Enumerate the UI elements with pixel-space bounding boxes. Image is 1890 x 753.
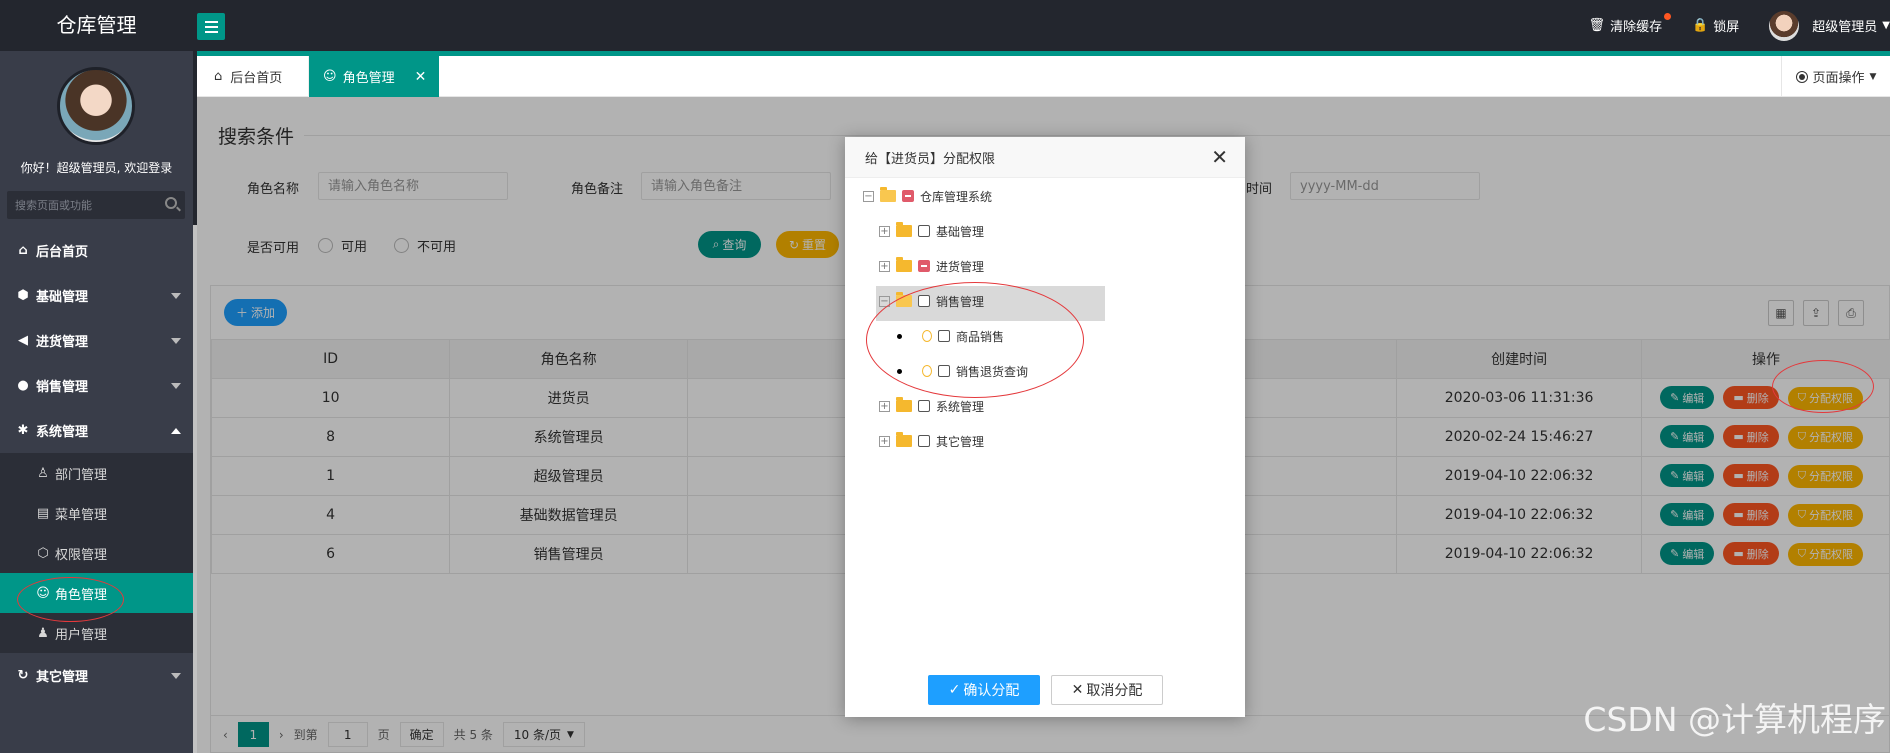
chevron-down-icon: [171, 293, 181, 299]
welcome-text: 你好！超级管理员, 欢迎登录: [20, 161, 173, 175]
annotation-circle: [1772, 360, 1874, 413]
tree-checkbox[interactable]: [918, 400, 930, 412]
confirm-assign-button[interactable]: ✓ 确认分配: [928, 675, 1040, 705]
refresh-icon: ↻: [17, 668, 29, 683]
cube-icon: ⬢: [17, 288, 29, 303]
chevron-down-icon: [171, 383, 181, 389]
check-icon: ✓: [948, 682, 961, 698]
tree-checkbox[interactable]: [902, 190, 914, 202]
expand-icon[interactable]: +: [879, 260, 890, 272]
cancel-assign-button[interactable]: ✕ 取消分配: [1051, 675, 1163, 705]
menu-toggle-button[interactable]: [197, 13, 225, 40]
user-menu[interactable]: 超级管理员 ▼: [1769, 10, 1890, 41]
chat-icon: ●: [17, 378, 29, 393]
folder-icon: [896, 432, 912, 447]
expand-icon[interactable]: +: [879, 225, 890, 237]
lock-icon: 🔒: [1692, 18, 1709, 33]
assign-permission-dialog: 给【进货员】分配权限 ✕ − 仓库管理系统 + 基础管理 + 进货管理 − 销售…: [845, 137, 1245, 717]
top-bar: 仓库管理 🗑 清除缓存 🔒 锁屏 超级管理员 ▼: [0, 0, 1890, 51]
folder-icon: [896, 257, 912, 272]
sidebar: 你好！超级管理员, 欢迎登录 ⌂ 后台首页 ⬢ 基础管理 ◀ 进货管理 ● 销售…: [0, 51, 193, 753]
caret-down-icon: ▼: [1882, 20, 1890, 31]
collapse-icon[interactable]: −: [863, 190, 874, 202]
tree-node-purchase[interactable]: + 进货管理: [879, 254, 984, 278]
sidebar-item-sales[interactable]: ● 销售管理: [0, 363, 193, 408]
tree-checkbox[interactable]: [918, 260, 930, 272]
tree-checkbox[interactable]: [918, 225, 930, 237]
close-icon: ✕: [1071, 682, 1084, 698]
smile-icon: ☺: [323, 69, 337, 84]
tree-node-root[interactable]: − 仓库管理系统: [863, 184, 992, 208]
dialog-header: 给【进货员】分配权限 ✕: [845, 137, 1245, 178]
sidebar-item-basic[interactable]: ⬢ 基础管理: [0, 273, 193, 318]
folder-icon: [896, 397, 912, 412]
tree-node-basic[interactable]: + 基础管理: [879, 219, 984, 243]
home-icon: ⌂: [214, 69, 223, 84]
trash-icon: 🗑: [1588, 18, 1606, 33]
sidebar-item-other[interactable]: ↻ 其它管理: [0, 653, 193, 698]
annotation-circle: [17, 577, 124, 622]
sidebar-item-department[interactable]: ♙ 部门管理: [0, 453, 193, 493]
close-icon[interactable]: ✕: [1211, 147, 1228, 167]
app-title: 仓库管理: [56, 13, 137, 37]
expand-icon[interactable]: +: [879, 435, 890, 447]
expand-icon[interactable]: +: [879, 400, 890, 412]
avatar: [1769, 10, 1800, 41]
user-outline-icon: ♙: [37, 465, 49, 481]
tree-node-other[interactable]: + 其它管理: [879, 429, 984, 453]
tree-checkbox[interactable]: [918, 435, 930, 447]
sidebar-search: [7, 191, 185, 219]
folder-icon: [896, 222, 912, 237]
folder-open-icon: [880, 187, 896, 202]
tab-role-management[interactable]: ☺ 角色管理 ✕: [309, 56, 439, 97]
user-icon: ♟: [37, 625, 49, 641]
dialog-title: 给【进货员】分配权限: [865, 151, 996, 167]
sidebar-item-home[interactable]: ⌂ 后台首页: [0, 228, 193, 273]
close-icon[interactable]: ✕: [415, 69, 427, 85]
sidebar-item-purchase[interactable]: ◀ 进货管理: [0, 318, 193, 363]
gear-icon: ✱: [17, 423, 29, 438]
page-operations-button[interactable]: 页面操作 ▼: [1781, 56, 1890, 97]
notification-dot: [1664, 13, 1672, 20]
chevron-down-icon: [171, 338, 181, 344]
sidebar-nav: ⌂ 后台首页 ⬢ 基础管理 ◀ 进货管理 ● 销售管理 ✱ 系统管理 ♙ 部门管…: [0, 228, 193, 698]
chevron-down-icon: [171, 673, 181, 679]
search-icon[interactable]: [165, 197, 177, 209]
menu-icon: ▤: [36, 505, 50, 521]
sidebar-item-menu[interactable]: ▤ 菜单管理: [0, 493, 193, 533]
avatar: [57, 67, 135, 145]
system-submenu: ♙ 部门管理 ▤ 菜单管理 ⬡ 权限管理 ☺ 角色管理 ♟ 用户管理: [0, 453, 193, 653]
clear-cache-button[interactable]: 🗑 清除缓存: [1588, 13, 1672, 35]
tab-bar: ⌂ 后台首页 ☺ 角色管理 ✕ 页面操作 ▼: [197, 56, 1890, 97]
search-input[interactable]: [7, 191, 157, 219]
sidebar-item-permission[interactable]: ⬡ 权限管理: [0, 533, 193, 573]
chevron-up-icon: [171, 428, 181, 434]
sidebar-item-system[interactable]: ✱ 系统管理: [0, 408, 193, 453]
target-icon: [1795, 70, 1808, 83]
home-icon: ⌂: [18, 243, 28, 258]
lock-screen-button[interactable]: 🔒 锁屏: [1692, 16, 1739, 35]
watermark: CSDN @计算机程序: [1583, 700, 1886, 739]
annotation-circle: [866, 282, 1084, 398]
caret-down-icon: ▼: [1869, 71, 1877, 82]
tab-home[interactable]: ⌂ 后台首页: [197, 56, 309, 97]
cube-icon: ⬡: [37, 545, 49, 561]
volume-icon: ◀: [18, 333, 28, 348]
